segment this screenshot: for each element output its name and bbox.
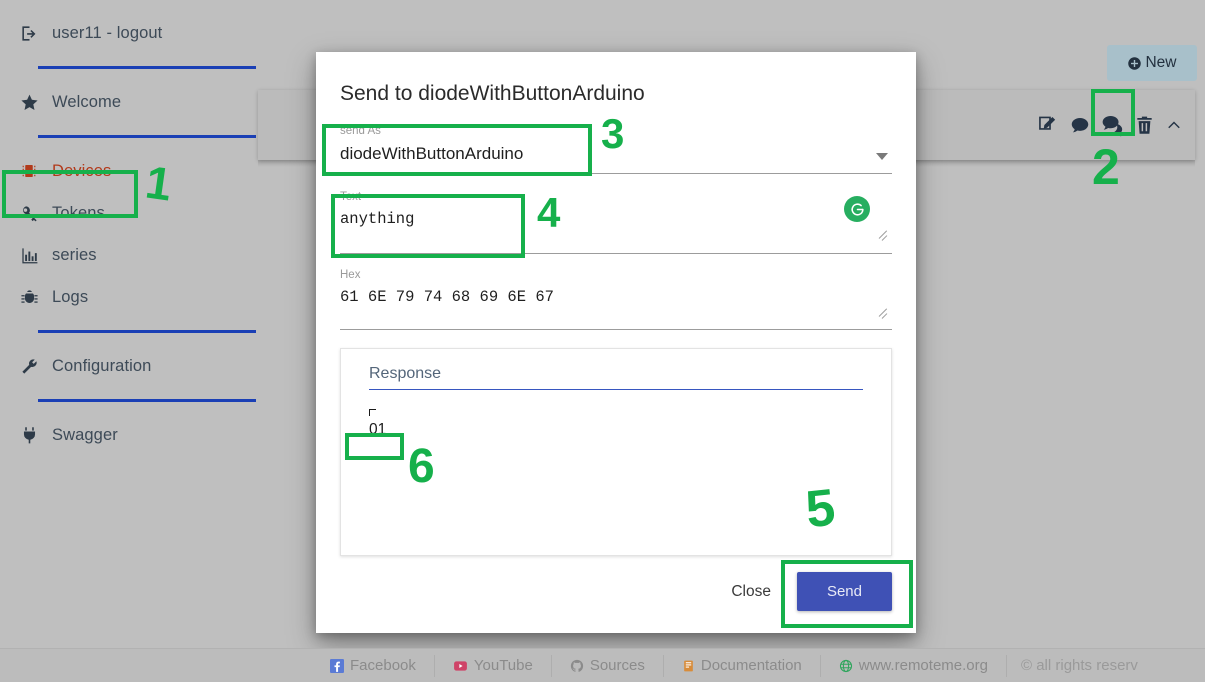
sidebar-item-welcome[interactable]: Welcome [0, 81, 302, 123]
footer-link-label: Documentation [700, 657, 802, 674]
chevron-down-icon[interactable] [876, 153, 888, 160]
close-button[interactable]: Close [715, 574, 787, 610]
response-label: Response [369, 365, 863, 390]
youtube-icon [453, 659, 468, 673]
dialog-title: Send to diodeWithButtonArduino [340, 82, 645, 105]
send-as-label: send As [340, 125, 381, 137]
sidebar-item-logs[interactable]: Logs [0, 276, 302, 318]
sidebar-item-series[interactable]: series [0, 234, 302, 276]
chevron-up-icon[interactable] [1165, 116, 1183, 134]
key-icon [16, 204, 42, 223]
sidebar-item-label: Configuration [52, 356, 152, 375]
sidebar-item-label: series [52, 245, 97, 264]
response-corner-mark [369, 409, 376, 416]
footer-link-label: Facebook [350, 657, 416, 674]
github-icon [570, 659, 584, 673]
chart-icon [16, 246, 42, 265]
book-icon [682, 659, 695, 673]
footer-link-label: YouTube [473, 657, 533, 674]
new-button[interactable]: New [1107, 45, 1197, 81]
refresh-icon[interactable] [844, 196, 870, 222]
chip-icon [16, 162, 42, 180]
footer-link-youtube[interactable]: YouTube [435, 654, 552, 677]
footer-link-label: Sources [589, 657, 645, 674]
sidebar-item-devices[interactable]: Devices [0, 150, 302, 192]
hex-field[interactable]: Hex 61 6E 79 74 68 69 6E 67 [340, 256, 892, 330]
footer: Facebook YouTube Sources Documentation w… [0, 648, 1205, 682]
response-value: 01 [369, 421, 387, 438]
globe-icon [839, 659, 853, 673]
sidebar-item-label: Tokens [52, 203, 105, 222]
footer-link-facebook[interactable]: Facebook [312, 654, 435, 677]
text-field[interactable]: Text anything [340, 178, 892, 254]
send-dialog: Send to diodeWithButtonArduino send As d… [316, 52, 916, 633]
hex-resize-handle[interactable] [879, 307, 890, 318]
response-panel: Response 01 [340, 348, 892, 556]
text-label: Text [340, 191, 362, 203]
facebook-icon [330, 658, 344, 673]
comments-icon[interactable] [1101, 114, 1124, 137]
star-icon [16, 93, 42, 112]
footer-link-sources[interactable]: Sources [552, 654, 664, 677]
sidebar-account-label: user11 - logout [52, 23, 163, 42]
plus-circle-icon [1127, 56, 1142, 71]
hex-label: Hex [340, 269, 361, 281]
sidebar-item-configuration[interactable]: Configuration [0, 345, 302, 387]
sidebar-item-swagger[interactable]: Swagger [0, 414, 302, 456]
bug-icon [16, 288, 42, 307]
edit-icon[interactable] [1037, 114, 1059, 136]
send-as-field[interactable]: send As diodeWithButtonArduino [340, 112, 892, 174]
sidebar-item-tokens[interactable]: Tokens [0, 192, 302, 234]
sidebar-item-label: Welcome [52, 92, 122, 111]
sidebar-item-account[interactable]: user11 - logout [0, 12, 302, 54]
sign-out-icon [16, 24, 42, 43]
trash-icon[interactable] [1134, 115, 1155, 136]
sidebar-item-label: Devices [52, 161, 112, 180]
footer-link-label: www.remoteme.org [858, 657, 988, 674]
footer-link-documentation[interactable]: Documentation [664, 654, 821, 677]
new-button-label: New [1145, 54, 1177, 71]
sidebar-item-label: Swagger [52, 425, 118, 444]
dialog-actions: Close Send [316, 556, 916, 633]
sidebar: user11 - logout Welcome Devices Tokens s… [0, 0, 302, 682]
footer-copyright: © all rights reserv [1020, 657, 1138, 674]
plug-icon [16, 426, 42, 445]
text-resize-handle[interactable] [879, 229, 890, 240]
sidebar-divider-2 [38, 135, 256, 138]
device-card-toolbar [1037, 114, 1183, 137]
dialog-body: send As diodeWithButtonArduino Text anyt… [316, 112, 916, 556]
app-root: user11 - logout Welcome Devices Tokens s… [0, 0, 1205, 682]
send-button[interactable]: Send [796, 572, 892, 611]
sidebar-item-label: Logs [52, 287, 89, 306]
comment-icon[interactable] [1069, 114, 1091, 136]
sidebar-divider-4 [38, 399, 256, 402]
sidebar-divider-1 [38, 66, 256, 69]
hex-value[interactable]: 61 6E 79 74 68 69 6E 67 [340, 282, 892, 330]
send-as-value[interactable]: diodeWithButtonArduino [340, 138, 892, 174]
footer-link-website[interactable]: www.remoteme.org [821, 654, 1007, 677]
wrench-icon [16, 357, 42, 376]
sidebar-divider-3 [38, 330, 256, 333]
text-value[interactable]: anything [340, 204, 892, 254]
